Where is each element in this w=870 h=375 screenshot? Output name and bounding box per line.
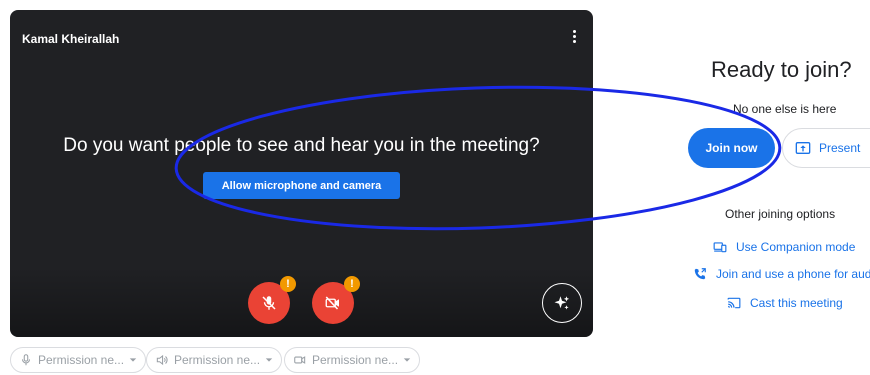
camera-toggle-button[interactable]: ! <box>312 276 360 324</box>
allow-mic-camera-button[interactable]: Allow microphone and camera <box>203 172 400 199</box>
speaker-icon <box>156 354 168 366</box>
present-label: Present <box>819 141 861 155</box>
controls-shade <box>10 267 593 337</box>
mic-warning-badge: ! <box>280 276 296 292</box>
phone-forward-icon <box>694 268 706 280</box>
more-options-icon[interactable] <box>569 28 579 48</box>
cast-icon <box>727 297 741 309</box>
cast-meeting-link[interactable]: Cast this meeting <box>727 296 843 310</box>
mic-off-icon <box>262 296 276 310</box>
camera-off-icon <box>325 296 339 310</box>
participants-status: No one else is here <box>733 102 837 116</box>
present-icon <box>795 142 811 154</box>
companion-icon <box>713 242 727 253</box>
present-button[interactable]: Present <box>782 128 870 168</box>
phone-audio-link[interactable]: Join and use a phone for audio <box>693 267 870 281</box>
microphone-toggle-button[interactable]: ! <box>248 276 296 324</box>
companion-label: Use Companion mode <box>736 240 856 254</box>
permission-prompt: Do you want people to see and hear you i… <box>63 135 540 156</box>
sparkle-icon <box>554 296 570 310</box>
other-options-heading: Other joining options <box>725 207 836 221</box>
camera-icon <box>294 356 306 364</box>
video-preview: Kamal Kheirallah Do you want people to s… <box>10 10 593 337</box>
camera-permission-chip[interactable]: Permission ne... <box>284 347 421 373</box>
chevron-down-icon <box>403 358 411 362</box>
chevron-down-icon <box>265 358 273 362</box>
chip-label: Permission ne... <box>38 353 125 367</box>
chip-label: Permission ne... <box>174 353 261 367</box>
chip-label: Permission ne... <box>312 353 399 367</box>
camera-warning-badge: ! <box>344 276 360 292</box>
companion-mode-link[interactable]: Use Companion mode <box>713 240 855 254</box>
participant-name: Kamal Kheirallah <box>22 32 120 46</box>
ready-title: Ready to join? <box>711 57 852 82</box>
phone-label: Join and use a phone for audio <box>716 267 870 281</box>
mic-icon <box>21 354 31 366</box>
mic-permission-chip[interactable]: Permission ne... <box>10 347 147 373</box>
visual-effects-button[interactable] <box>542 283 582 323</box>
speaker-permission-chip[interactable]: Permission ne... <box>146 347 283 373</box>
join-now-button[interactable]: Join now <box>688 128 775 168</box>
cast-label: Cast this meeting <box>750 296 843 310</box>
chevron-down-icon <box>129 358 137 362</box>
